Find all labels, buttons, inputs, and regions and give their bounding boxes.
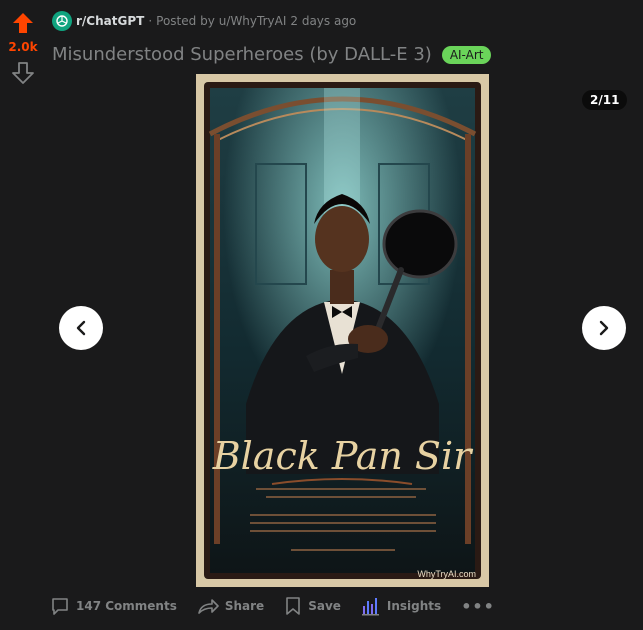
next-image-button[interactable]	[582, 306, 626, 350]
save-label: Save	[308, 599, 341, 613]
share-button[interactable]: Share	[197, 596, 264, 616]
post-actions-bar: 147 Comments Share Save Insights •••	[50, 594, 495, 618]
chevron-left-icon	[76, 320, 86, 336]
vote-column: 2.0k	[0, 0, 46, 630]
post-flair[interactable]: AI-Art	[441, 45, 492, 64]
image-gallery: Black Pan Sir WhyTryAI.com 2/11	[50, 74, 638, 587]
share-icon	[198, 599, 219, 614]
share-label: Share	[224, 599, 265, 613]
gallery-counter: 2/11	[582, 90, 628, 110]
poster-title: Black Pan Sir	[212, 434, 474, 478]
post-title[interactable]: Misunderstood Superheroes (by DALL-E 3)	[52, 44, 432, 65]
post-time: 2 days ago	[290, 14, 357, 28]
insights-label: Insights	[386, 599, 442, 613]
post-meta: r/ChatGPT · Posted by u/WhyTryAI 2 days …	[52, 11, 356, 31]
meta-separator: ·	[148, 14, 153, 28]
chevron-right-icon	[599, 320, 609, 336]
bookmark-icon	[286, 597, 301, 615]
vote-score: 2.0k	[8, 40, 38, 54]
previous-image-button[interactable]	[59, 306, 103, 350]
comment-icon	[52, 598, 68, 615]
author-link[interactable]: u/WhyTryAI	[219, 14, 287, 28]
insights-button[interactable]: Insights	[361, 596, 441, 616]
more-options-icon[interactable]: •••	[461, 597, 495, 616]
gallery-image[interactable]: Black Pan Sir WhyTryAI.com	[196, 74, 489, 587]
subreddit-link[interactable]: r/ChatGPT	[76, 14, 144, 28]
save-button[interactable]: Save	[284, 596, 341, 616]
insights-bar-icon	[361, 598, 379, 616]
upvote-arrow-icon[interactable]	[12, 12, 34, 34]
image-watermark: WhyTryAI.com	[417, 569, 476, 579]
subreddit-icon[interactable]	[52, 11, 72, 31]
comments-label: 147 Comments	[76, 599, 177, 613]
post-title-row: Misunderstood Superheroes (by DALL-E 3) …	[52, 44, 492, 65]
comments-button[interactable]: 147 Comments	[50, 596, 177, 616]
posted-by-label: Posted by	[156, 14, 215, 28]
downvote-arrow-icon[interactable]	[12, 62, 34, 84]
